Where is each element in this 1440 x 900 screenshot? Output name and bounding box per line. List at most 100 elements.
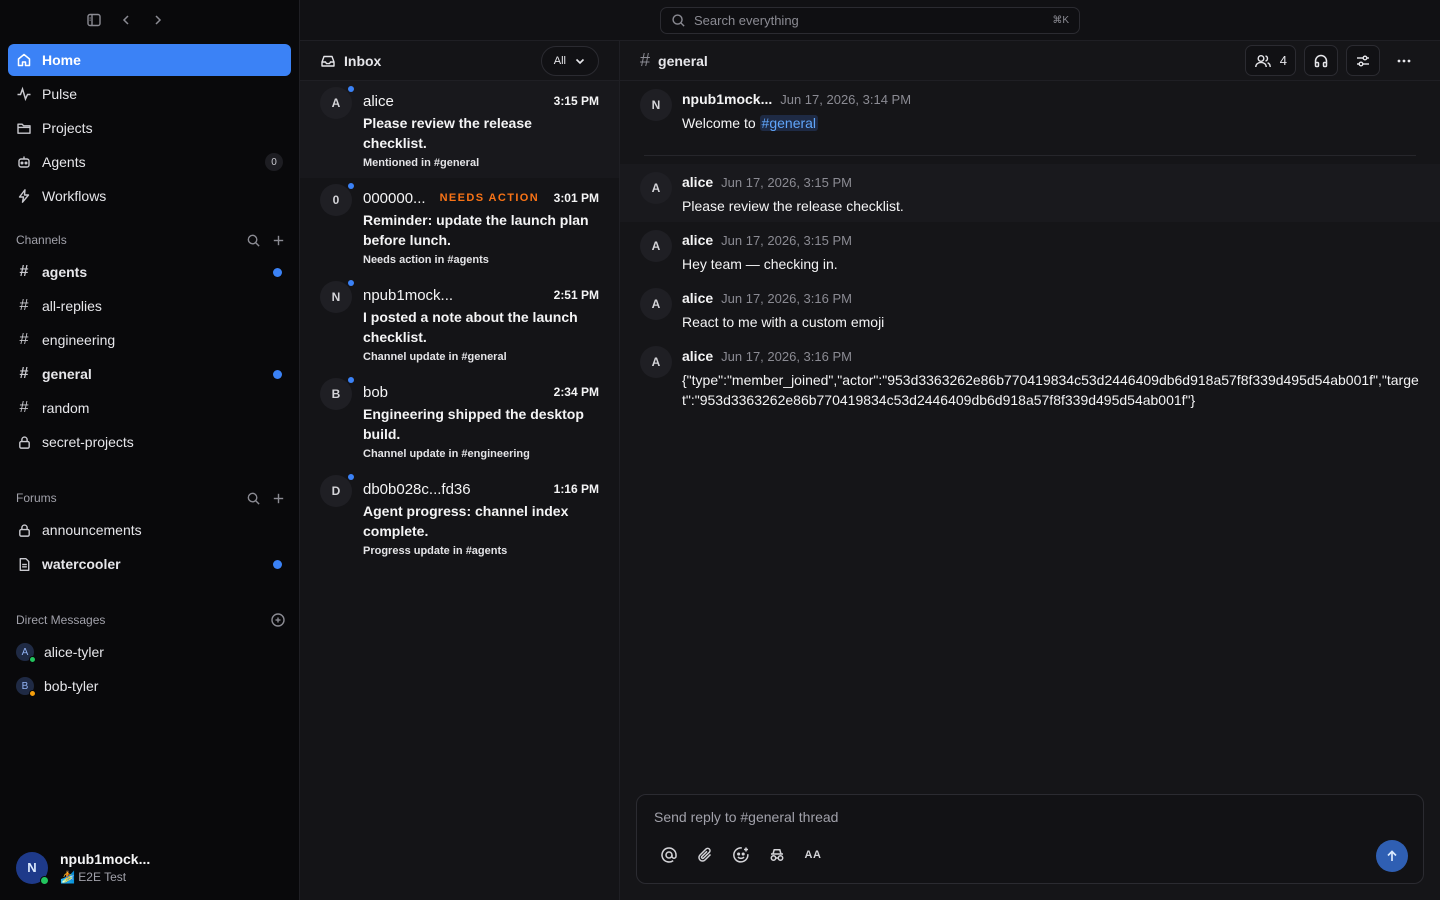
- add-channel-icon[interactable]: [271, 233, 286, 248]
- nav-agents-label: Agents: [42, 154, 86, 170]
- message-item: A alice Jun 17, 2026, 3:15 PM Hey team —…: [620, 222, 1440, 280]
- message-author[interactable]: npub1mock...: [682, 91, 772, 107]
- inbox-context: Channel update in #engineering: [363, 448, 530, 460]
- inbox-sender: bob: [363, 383, 389, 401]
- attachment-icon[interactable]: [695, 845, 715, 865]
- dm-item-bob-tyler[interactable]: B bob-tyler: [8, 670, 291, 702]
- nav-projects-label: Projects: [42, 120, 93, 136]
- unread-dot: [273, 267, 282, 277]
- channel-label: random: [42, 400, 90, 416]
- unread-dot: [348, 474, 354, 480]
- channel-item-engineering[interactable]: # engineering: [8, 324, 291, 356]
- back-arrow-icon[interactable]: [116, 10, 136, 30]
- hash-icon: #: [19, 399, 29, 416]
- needs-action-badge: NEEDS ACTION: [439, 192, 540, 204]
- forum-item-watercooler[interactable]: watercooler: [8, 548, 291, 580]
- emoji-icon[interactable]: [731, 845, 751, 865]
- message-welcome: N npub1mock... Jun 17, 2026, 3:14 PM Wel…: [620, 81, 1440, 133]
- arrow-up-icon: [1385, 849, 1399, 863]
- huddle-button[interactable]: [1304, 45, 1338, 76]
- sidebar-toggle-icon[interactable]: [84, 10, 104, 30]
- channel-label: general: [42, 366, 92, 382]
- nav-agents[interactable]: Agents 0: [8, 146, 291, 178]
- channel-mention-link[interactable]: #general: [759, 115, 819, 131]
- message-author[interactable]: alice: [682, 348, 713, 364]
- nav-workflows[interactable]: Workflows: [8, 180, 291, 212]
- hash-icon: #: [19, 297, 29, 314]
- inbox-context: Channel update in #general: [363, 351, 507, 363]
- forum-item-announcements[interactable]: announcements: [8, 514, 291, 546]
- search-channels-icon[interactable]: [246, 233, 261, 248]
- presence-dot: [40, 875, 49, 885]
- inbox-time: 1:16 PM: [553, 482, 599, 496]
- incognito-icon[interactable]: [767, 845, 787, 865]
- forum-list: announcements watercooler: [8, 514, 291, 582]
- inbox-title: Inbox: [344, 52, 382, 69]
- message-composer[interactable]: Send reply to #general thread AA: [636, 794, 1424, 884]
- channel-item-random[interactable]: # random: [8, 392, 291, 424]
- unread-dot: [273, 369, 282, 379]
- lock-icon: [16, 435, 32, 450]
- lightning-icon: [16, 188, 32, 204]
- members-button[interactable]: 4: [1244, 45, 1296, 76]
- inbox-item[interactable]: 0 000000... NEEDS ACTION 3:01 PM Reminde…: [300, 178, 619, 275]
- dm-section-header: Direct Messages: [16, 610, 286, 630]
- nav-home[interactable]: Home: [8, 44, 291, 76]
- channel-item-all-replies[interactable]: # all-replies: [8, 290, 291, 322]
- channel-list: # agents # all-replies # engineering # g…: [8, 256, 291, 460]
- more-options-button[interactable]: [1388, 45, 1420, 76]
- search-forums-icon[interactable]: [246, 491, 261, 506]
- message-author[interactable]: alice: [682, 174, 713, 190]
- dm-label: alice-tyler: [44, 644, 104, 660]
- agents-count-badge: 0: [265, 153, 283, 171]
- channel-item-secret-projects[interactable]: secret-projects: [8, 426, 291, 458]
- dm-item-alice-tyler[interactable]: A alice-tyler: [8, 636, 291, 668]
- top-bar: Search everything ⌘K: [300, 0, 1440, 41]
- inbox-item[interactable]: D db0b028c...fd36 1:16 PM Agent progress…: [300, 469, 619, 566]
- channel-settings-button[interactable]: [1346, 45, 1380, 76]
- nav-projects[interactable]: Projects: [8, 112, 291, 144]
- channels-section-header: Channels: [16, 230, 286, 250]
- channel-label: secret-projects: [42, 434, 134, 450]
- inbox-text: Please review the release checklist.: [363, 115, 532, 151]
- welcome-text: Welcome to: [682, 115, 760, 131]
- inbox-icon: [320, 53, 336, 69]
- search-shortcut: ⌘K: [1052, 15, 1069, 26]
- inbox-filter-dropdown[interactable]: All: [540, 45, 599, 76]
- inbox-context: Mentioned in #general: [363, 157, 480, 169]
- forward-arrow-icon[interactable]: [148, 10, 168, 30]
- message-body: Please review the release checklist.: [682, 198, 904, 214]
- hash-icon: #: [19, 365, 29, 382]
- home-icon: [16, 52, 32, 68]
- message-author[interactable]: alice: [682, 232, 713, 248]
- unread-dot: [348, 280, 354, 286]
- inbox-time: 3:15 PM: [553, 94, 599, 108]
- inbox-item[interactable]: B bob 2:34 PM Engineering shipped the de…: [300, 372, 619, 469]
- message-author[interactable]: alice: [682, 290, 713, 306]
- new-dm-icon[interactable]: [270, 612, 286, 628]
- message-item: A alice Jun 17, 2026, 3:15 PM Please rev…: [620, 164, 1440, 222]
- unread-dot: [273, 559, 282, 569]
- composer-toolbar: AA: [659, 845, 823, 865]
- main-nav: Home Pulse Projects Agents 0 Workflows: [8, 44, 291, 214]
- pulse-icon: [16, 86, 32, 102]
- message-time: Jun 17, 2026, 3:16 PM: [721, 291, 852, 306]
- inbox-time: 2:34 PM: [553, 385, 599, 399]
- search-bar[interactable]: Search everything ⌘K: [660, 7, 1080, 34]
- channel-item-general[interactable]: # general: [8, 358, 291, 390]
- send-button[interactable]: [1376, 840, 1408, 872]
- current-user[interactable]: N npub1mock... 🏄 E2E Test: [16, 851, 150, 885]
- unread-dot: [348, 183, 354, 189]
- inbox-item[interactable]: N npub1mock... 2:51 PM I posted a note a…: [300, 275, 619, 372]
- inbox-item[interactable]: A alice 3:15 PM Please review the releas…: [300, 81, 619, 178]
- text-format-icon[interactable]: AA: [803, 845, 823, 865]
- folder-icon: [16, 120, 32, 136]
- channel-item-agents[interactable]: # agents: [8, 256, 291, 288]
- hash-icon: #: [19, 263, 29, 280]
- dm-title: Direct Messages: [16, 613, 106, 627]
- nav-pulse[interactable]: Pulse: [8, 78, 291, 110]
- inbox-header: Inbox All: [300, 41, 619, 81]
- channel-label: engineering: [42, 332, 116, 348]
- mention-icon[interactable]: [659, 845, 679, 865]
- add-forum-icon[interactable]: [271, 491, 286, 506]
